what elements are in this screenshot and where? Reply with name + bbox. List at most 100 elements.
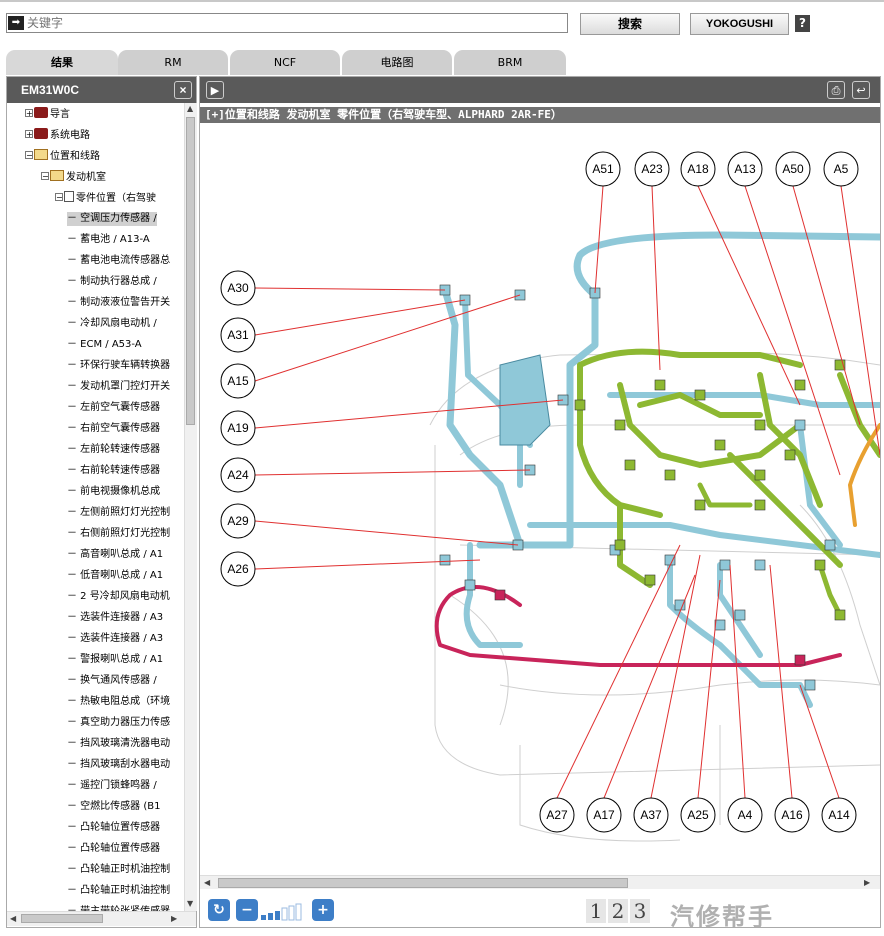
- tree-item-label: － 挡风玻璃清洗器电动: [67, 738, 171, 749]
- help-icon[interactable]: ?: [795, 15, 810, 32]
- tree-item[interactable]: － 凸轮轴正时机油控制: [67, 863, 170, 877]
- tree-item[interactable]: － 左侧前照灯灯光控制: [67, 506, 170, 520]
- expand-icon[interactable]: +: [25, 109, 33, 118]
- tab-results[interactable]: 结果: [6, 50, 118, 75]
- page-number[interactable]: 3: [630, 899, 650, 923]
- collapse-icon[interactable]: −: [41, 172, 49, 181]
- tab-rm[interactable]: RM: [118, 50, 228, 75]
- callout-a19[interactable]: A19: [220, 410, 256, 446]
- tree-item-label: － 制动液液位警告开关: [67, 297, 171, 308]
- tree-item[interactable]: － 右侧前照灯灯光控制: [67, 527, 170, 541]
- tree-item[interactable]: － 右前轮转速传感器: [67, 464, 160, 478]
- callout-a26[interactable]: A26: [220, 551, 256, 587]
- horizontal-scrollbar[interactable]: ◀ ▶: [7, 911, 196, 926]
- tree-item[interactable]: － 高音喇叭总成 / A1: [67, 548, 163, 562]
- back-icon[interactable]: ↩: [852, 81, 870, 99]
- tree-item[interactable]: － 选装件连接器 / A3: [67, 632, 163, 646]
- tree-item[interactable]: － 热敏电阻总成（环境: [67, 695, 170, 709]
- zoom-level-icon[interactable]: [260, 903, 310, 921]
- tree-item[interactable]: － 选装件连接器 / A3: [67, 611, 163, 625]
- tab-brm[interactable]: BRM: [454, 50, 566, 75]
- tree-item[interactable]: － 左前轮转速传感器: [67, 443, 160, 457]
- tree-item[interactable]: － ECM / A53-A: [67, 338, 142, 352]
- tree-item[interactable]: － 环保行驶车辆转换器: [67, 359, 170, 373]
- tree-item[interactable]: － 低音喇叭总成 / A1: [67, 569, 163, 583]
- tree-item[interactable]: － 警报喇叭总成 / A1: [67, 653, 163, 667]
- tree-item[interactable]: － 凸轮轴位置传感器: [67, 821, 160, 835]
- scroll-thumb[interactable]: [186, 117, 195, 425]
- print-icon[interactable]: ⎙: [827, 81, 845, 99]
- tree-item[interactable]: － 遥控门锁蜂鸣器 /: [67, 779, 157, 793]
- callout-a16[interactable]: A16: [774, 797, 810, 833]
- tree-item[interactable]: − 零件位置（右驾驶: [55, 191, 156, 205]
- callout-a13[interactable]: A13: [727, 151, 763, 187]
- callout-a4[interactable]: A4: [727, 797, 763, 833]
- tree-item[interactable]: － 挡风玻璃刮水器电动: [67, 758, 170, 772]
- page-number[interactable]: 2: [608, 899, 628, 923]
- callout-label: A24: [227, 468, 249, 482]
- scroll-left-icon[interactable]: ◀: [204, 878, 210, 887]
- zoom-in-icon[interactable]: +: [312, 899, 334, 921]
- collapse-icon[interactable]: −: [55, 193, 63, 202]
- tree-item[interactable]: － 冷却风扇电动机 /: [67, 317, 157, 331]
- callout-a18[interactable]: A18: [680, 151, 716, 187]
- scroll-up-icon[interactable]: ▲: [187, 104, 193, 113]
- callout-a29[interactable]: A29: [220, 503, 256, 539]
- tree-item[interactable]: − 发动机室: [41, 170, 106, 184]
- play-icon[interactable]: ▶: [206, 81, 224, 99]
- tree-item[interactable]: － 凸轮轴正时机油控制: [67, 884, 170, 898]
- tree-item[interactable]: － 右前空气囊传感器: [67, 422, 160, 436]
- close-icon[interactable]: ×: [174, 81, 192, 99]
- page-number[interactable]: 1: [586, 899, 606, 923]
- tree-item[interactable]: － 挡风玻璃清洗器电动: [67, 737, 170, 751]
- tab-circuit[interactable]: 电路图: [342, 50, 452, 75]
- scroll-left-icon[interactable]: ◀: [10, 914, 16, 923]
- callout-a15[interactable]: A15: [220, 363, 256, 399]
- tree-item[interactable]: － 空燃比传感器 (B1: [67, 800, 160, 814]
- tree-item[interactable]: － 蓄电池 / A13-A: [67, 233, 150, 247]
- callout-a14[interactable]: A14: [821, 797, 857, 833]
- yokogushi-button[interactable]: YOKOGUSHI: [690, 13, 789, 35]
- scroll-right-icon[interactable]: ▶: [864, 878, 870, 887]
- refresh-icon[interactable]: ↻: [208, 899, 230, 921]
- callout-a51[interactable]: A51: [585, 151, 621, 187]
- scroll-right-icon[interactable]: ▶: [171, 914, 177, 923]
- scroll-down-icon[interactable]: ▼: [187, 899, 193, 908]
- scroll-thumb[interactable]: [21, 914, 103, 923]
- callout-a5[interactable]: A5: [823, 151, 859, 187]
- callout-a50[interactable]: A50: [775, 151, 811, 187]
- tree-item[interactable]: － 空调压力传感器 /: [67, 212, 157, 226]
- tree-item[interactable]: － 发动机罩门控灯开关: [67, 380, 170, 394]
- tree-item[interactable]: － 换气通风传感器 /: [67, 674, 157, 688]
- callout-a27[interactable]: A27: [539, 797, 575, 833]
- callout-a17[interactable]: A17: [586, 797, 622, 833]
- zoom-out-icon[interactable]: −: [236, 899, 258, 921]
- tree-item[interactable]: + 导言: [25, 107, 70, 121]
- tree-item[interactable]: － 蓄电池电流传感器总: [67, 254, 170, 268]
- tree-item[interactable]: － 制动执行器总成 /: [67, 275, 157, 289]
- callout-a23[interactable]: A23: [634, 151, 670, 187]
- callout-a25[interactable]: A25: [680, 797, 716, 833]
- search-input[interactable]: [27, 15, 557, 31]
- diagram-horizontal-scrollbar[interactable]: ◀ ▶: [200, 875, 880, 890]
- search-box[interactable]: ➡: [6, 13, 568, 33]
- collapse-icon[interactable]: −: [25, 151, 33, 160]
- tree-item[interactable]: － 凸轮轴位置传感器: [67, 842, 160, 856]
- tree-item-label: － 选装件连接器 / A3: [67, 612, 164, 623]
- callout-a31[interactable]: A31: [220, 317, 256, 353]
- callout-a30[interactable]: A30: [220, 270, 256, 306]
- tree-item[interactable]: － 2 号冷却风扇电动机: [67, 590, 170, 604]
- tree-item[interactable]: + 系统电路: [25, 128, 90, 142]
- tree-item[interactable]: － 前电视摄像机总成: [67, 485, 160, 499]
- tree-item[interactable]: － 真空助力器压力传感: [67, 716, 170, 730]
- scroll-thumb[interactable]: [218, 878, 628, 888]
- vertical-scrollbar[interactable]: ▲ ▼: [184, 103, 197, 911]
- tree-item[interactable]: － 左前空气囊传感器: [67, 401, 160, 415]
- expand-icon[interactable]: +: [25, 130, 33, 139]
- callout-a24[interactable]: A24: [220, 457, 256, 493]
- tree-item[interactable]: － 制动液液位警告开关: [67, 296, 170, 310]
- search-button[interactable]: 搜索: [580, 13, 680, 35]
- tab-ncf[interactable]: NCF: [230, 50, 340, 75]
- tree-item[interactable]: − 位置和线路: [25, 149, 100, 163]
- callout-a37[interactable]: A37: [633, 797, 669, 833]
